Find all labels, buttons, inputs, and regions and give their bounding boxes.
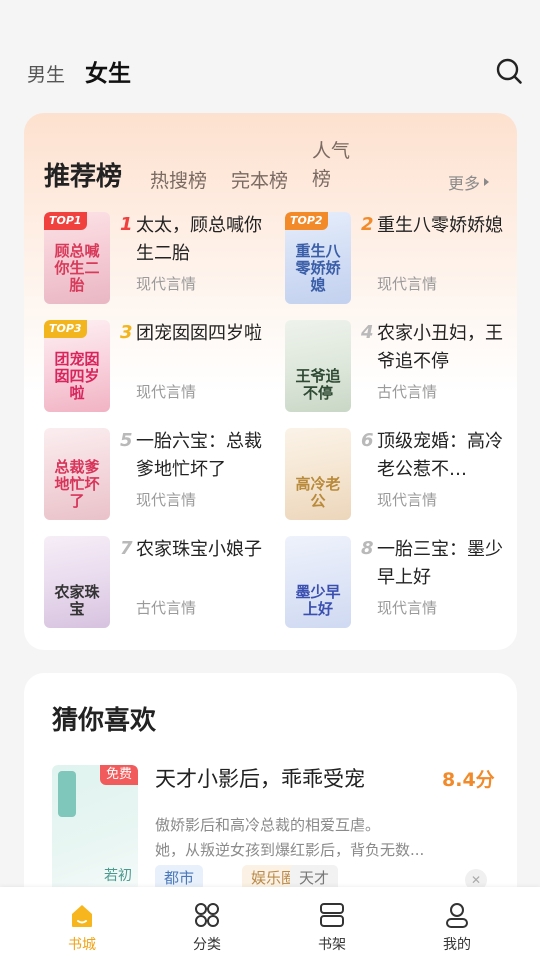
more-link[interactable]: 更多 bbox=[448, 170, 490, 194]
tab-popular[interactable]: 人气榜 bbox=[312, 137, 356, 193]
bookshelf-icon bbox=[320, 903, 344, 927]
tab-female[interactable]: 女生 bbox=[85, 54, 131, 88]
nav-bookshelf[interactable]: 书架 bbox=[292, 887, 372, 960]
profile-icon bbox=[446, 903, 468, 928]
ranking-book[interactable]: 团宠囡囡四岁啦 TOP3 3 团宠囡囡四岁啦 现代言情 bbox=[44, 320, 276, 414]
rank-number: 5 bbox=[120, 430, 133, 451]
description-line: 傲娇影后和高冷总裁的相爱互虐。 bbox=[155, 816, 381, 834]
rank-badge: TOP1 bbox=[44, 212, 87, 230]
rank-number: 7 bbox=[120, 538, 133, 559]
ranking-title[interactable]: 推荐榜 bbox=[44, 156, 122, 193]
book-genre: 现代言情 bbox=[377, 275, 438, 293]
book-title[interactable]: 一胎三宝：墨少早上好 bbox=[377, 536, 503, 592]
ranking-book[interactable]: 农家珠宝 7 农家珠宝小娘子 古代言情 bbox=[44, 536, 276, 630]
tab-hot-search[interactable]: 热搜榜 bbox=[150, 166, 207, 193]
search-icon[interactable] bbox=[495, 57, 523, 85]
bookstore-icon bbox=[72, 905, 92, 927]
chevron-right-icon bbox=[484, 178, 490, 186]
cover-decoration bbox=[58, 771, 76, 817]
book-cover[interactable]: 王爷追不停 bbox=[285, 320, 351, 412]
description-line: 她，从叛逆女孩到爆红影后，背负无数... bbox=[155, 841, 425, 859]
rank-number: 2 bbox=[361, 214, 374, 235]
book-title[interactable]: 农家珠宝小娘子 bbox=[136, 536, 262, 564]
book-score: 8.4分 bbox=[442, 769, 495, 791]
ranking-book[interactable]: 王爷追不停 4 农家小丑妇，王爷追不停 古代言情 bbox=[285, 320, 517, 414]
ranking-book[interactable]: 总裁爹地忙坏了 5 一胎六宝：总裁爹地忙坏了 现代言情 bbox=[44, 428, 276, 522]
book-genre: 现代言情 bbox=[377, 599, 438, 617]
tab-male[interactable]: 男生 bbox=[27, 60, 65, 87]
cover-title: 团宠囡囡四岁啦 bbox=[54, 350, 100, 402]
book-title[interactable]: 一胎六宝：总裁爹地忙坏了 bbox=[136, 428, 262, 484]
book-title[interactable]: 天才小影后，乖乖受宠 bbox=[155, 763, 365, 793]
book-genre: 现代言情 bbox=[136, 383, 197, 401]
nav-bookstore[interactable]: 书城 bbox=[42, 887, 122, 960]
book-cover[interactable]: 重生八零娇娇媳 TOP2 bbox=[285, 212, 351, 304]
ranking-book[interactable]: 重生八零娇娇媳 TOP2 2 重生八零娇娇媳 现代言情 bbox=[285, 212, 517, 306]
guess-title: 猜你喜欢 bbox=[52, 706, 157, 736]
cover-title: 总裁爹地忙坏了 bbox=[54, 458, 100, 510]
cover-title: 顾总喊你生二胎 bbox=[54, 242, 100, 294]
book-title[interactable]: 农家小丑妇，王爷追不停 bbox=[377, 320, 503, 376]
book-cover[interactable]: 总裁爹地忙坏了 bbox=[44, 428, 110, 520]
nav-label: 书架 bbox=[318, 937, 346, 953]
book-genre: 现代言情 bbox=[136, 491, 197, 509]
ranking-book[interactable]: 顾总喊你生二胎 TOP1 1 太太，顾总喊你生二胎 现代言情 bbox=[44, 212, 276, 306]
bottom-nav: 书城 分类 书架 我的 bbox=[0, 887, 540, 960]
more-label: 更多 bbox=[448, 174, 481, 193]
book-cover[interactable]: 高冷老公 bbox=[285, 428, 351, 520]
nav-label: 我的 bbox=[443, 937, 471, 953]
category-icon bbox=[195, 903, 219, 927]
rank-number: 8 bbox=[361, 538, 374, 559]
cover-title: 重生八零娇娇媳 bbox=[295, 242, 341, 294]
book-description[interactable]: 傲娇影后和高冷总裁的相爱互虐。 她，从叛逆女孩到爆红影后，背负无数... bbox=[155, 813, 475, 863]
rank-number: 1 bbox=[120, 214, 133, 235]
cover-title: 墨少早上好 bbox=[295, 583, 341, 618]
book-genre: 现代言情 bbox=[377, 491, 438, 509]
ranking-card: 推荐榜 热搜榜 完本榜 人气榜 更多 顾总喊你生二胎 TOP1 1 太太，顾总喊… bbox=[24, 113, 517, 650]
rank-number: 4 bbox=[361, 322, 374, 343]
book-genre: 古代言情 bbox=[136, 599, 197, 617]
book-cover[interactable]: 顾总喊你生二胎 TOP1 bbox=[44, 212, 110, 304]
book-cover[interactable]: 墨少早上好 bbox=[285, 536, 351, 628]
book-title[interactable]: 顶级宠婚：高冷老公惹不… bbox=[377, 428, 503, 484]
book-cover[interactable]: 若初 免费 bbox=[52, 765, 138, 895]
nav-label: 分类 bbox=[193, 937, 221, 953]
rank-number: 6 bbox=[361, 430, 374, 451]
nav-label: 书城 bbox=[68, 937, 96, 953]
tab-completed[interactable]: 完本榜 bbox=[231, 166, 288, 193]
top-bar: 男生 女生 bbox=[0, 0, 540, 110]
book-title[interactable]: 重生八零娇娇媳 bbox=[377, 212, 503, 240]
cover-title: 王爷追不停 bbox=[295, 367, 341, 402]
nav-profile[interactable]: 我的 bbox=[417, 887, 497, 960]
rank-badge: TOP2 bbox=[285, 212, 328, 230]
free-badge: 免费 bbox=[99, 765, 138, 785]
ranking-book[interactable]: 高冷老公 6 顶级宠婚：高冷老公惹不… 现代言情 bbox=[285, 428, 517, 522]
book-genre: 古代言情 bbox=[377, 383, 438, 401]
book-title[interactable]: 太太，顾总喊你生二胎 bbox=[136, 212, 262, 268]
cover-title: 农家珠宝 bbox=[54, 583, 100, 618]
book-cover[interactable]: 农家珠宝 bbox=[44, 536, 110, 628]
rank-badge: TOP3 bbox=[44, 320, 87, 338]
cover-title: 若初 bbox=[104, 868, 132, 884]
nav-category[interactable]: 分类 bbox=[167, 887, 247, 960]
book-title[interactable]: 团宠囡囡四岁啦 bbox=[136, 320, 262, 348]
rank-number: 3 bbox=[120, 322, 133, 343]
book-genre: 现代言情 bbox=[136, 275, 197, 293]
book-cover[interactable]: 团宠囡囡四岁啦 TOP3 bbox=[44, 320, 110, 412]
ranking-book[interactable]: 墨少早上好 8 一胎三宝：墨少早上好 现代言情 bbox=[285, 536, 517, 630]
cover-title: 高冷老公 bbox=[295, 475, 341, 510]
